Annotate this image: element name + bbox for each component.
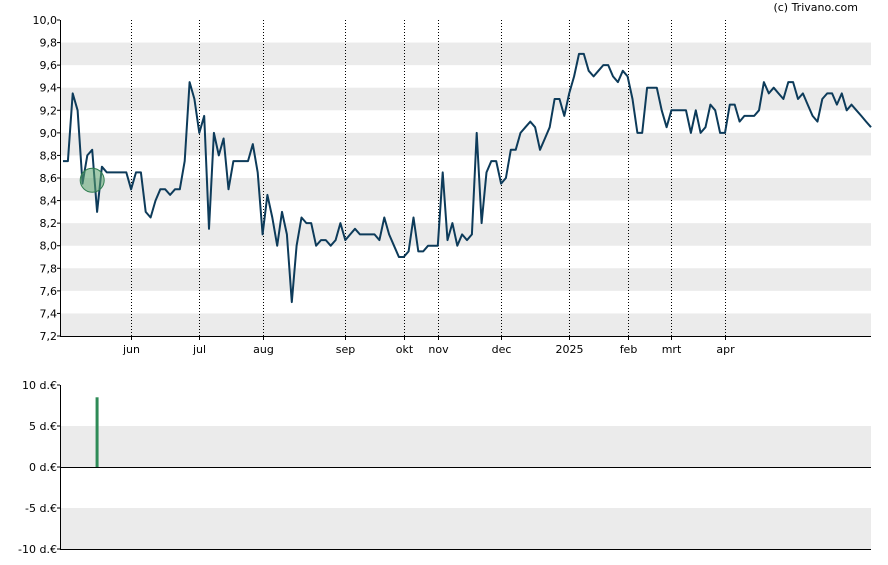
price-y-tick-label: 8,8 (40, 149, 58, 162)
price-y-tick-label: 7,4 (40, 307, 58, 320)
x-tick-label: okt (396, 343, 414, 356)
dividend-y-tick-label: 10 d.€ (22, 379, 57, 392)
price-band (60, 132, 871, 156)
dividend-y-tick-label: -5 d.€ (25, 502, 57, 515)
price-y-tick-label: 8,0 (40, 240, 58, 253)
price-band (60, 42, 871, 66)
price-band (60, 223, 871, 246)
price-band (60, 87, 871, 111)
dividend-y-tick-label: 5 d.€ (29, 420, 57, 433)
x-tick-label: sep (336, 343, 355, 356)
price-y-tick-label: 9,4 (40, 82, 58, 95)
x-tick-label: feb (620, 343, 638, 356)
x-tick-label: aug (253, 343, 274, 356)
x-tick-label: jun (122, 343, 140, 356)
dividend-bar (95, 397, 99, 467)
price-y-tick-label: 9,0 (40, 127, 58, 140)
dividend-band (60, 508, 871, 549)
price-y-tick-label: 9,8 (40, 37, 58, 50)
dividend-bars (95, 397, 99, 467)
dividend-y-tick-label: -10 d.€ (18, 543, 57, 556)
price-y-axis: 10,0 9,8 9,6 9,4 9,2 9,0 8,8 8,6 8,4 8,2 8,0 7,8 7,6… (33, 14, 60, 343)
price-y-tick-label: 7,8 (40, 262, 58, 275)
price-y-tick-label: 10,0 (33, 14, 58, 27)
price-y-tick-label: 7,6 (40, 285, 58, 298)
x-tick-label: mrt (662, 343, 682, 356)
dividend-marker (79, 167, 105, 193)
copyright-label: (c) Trivano.com (773, 1, 858, 14)
price-band (60, 313, 871, 336)
x-tick-label: nov (428, 343, 449, 356)
price-y-tick-label: 8,4 (40, 195, 58, 208)
x-tick-label: jul (192, 343, 206, 356)
price-y-tick-label: 8,6 (40, 172, 58, 185)
date-x-axis: jun jul aug sep okt nov dec 2025 feb mrt apr (122, 336, 735, 356)
x-tick-label: 2025 (556, 343, 584, 356)
dividend-band (60, 426, 871, 467)
x-tick-label: apr (716, 343, 735, 356)
stock-chart: 10,0 9,8 9,6 9,4 9,2 9,0 8,8 8,6 8,4 8,2 8,0 7,8 7,6… (18, 14, 872, 556)
price-y-tick-label: 7,2 (40, 330, 58, 343)
dividend-y-tick-label: 0 d.€ (29, 461, 57, 474)
price-panel-background (60, 42, 871, 336)
price-band (60, 268, 871, 291)
dividend-panel-background (60, 426, 871, 549)
price-y-tick-label: 8,2 (40, 217, 58, 230)
price-y-tick-label: 9,2 (40, 104, 58, 117)
price-y-tick-label: 9,6 (40, 59, 58, 72)
x-tick-label: dec (492, 343, 512, 356)
